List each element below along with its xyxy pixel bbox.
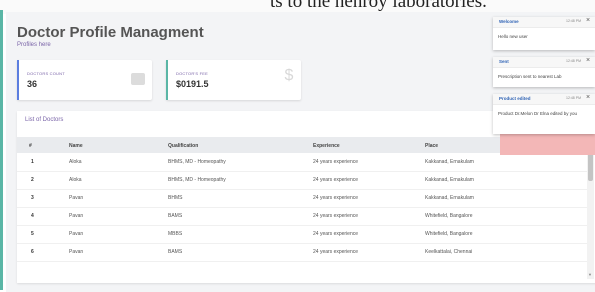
toast-message: Hello new user [498,34,528,39]
cell-experience: 24 years experience [313,249,359,255]
cell-qualification: BAMS [168,249,183,255]
table-row[interactable]: 3 Pavan BHMS 24 years experience Kakkana… [17,189,587,208]
col-header-name: Name [69,143,83,149]
toast-header: Welcome 12:48 PM × [493,17,595,28]
cell-index: 1 [31,159,34,165]
close-icon[interactable]: × [586,57,590,64]
toast-time: 12:48 PM [566,96,581,100]
table-row[interactable]: 6 Pavan BAMS 24 years experience Keelkat… [17,243,587,262]
doctors-count-value: 36 [27,79,38,89]
col-header-experience: Experience [313,143,340,149]
col-header-index: # [29,143,32,149]
toast-time: 12:48 PM [566,59,581,63]
card-accent-bar [166,60,168,100]
cell-qualification: BHMS [168,195,183,201]
page-subtitle: Profiles here [17,42,51,48]
toast-header: Sent 12:48 PM × [493,57,595,68]
card-accent-bar [17,60,19,100]
cell-experience: 24 years experience [313,231,359,237]
col-header-qualification: Qualification [168,143,199,149]
cell-place: Keelkattalai, Chennai [425,249,473,255]
cell-name: Aloka [69,177,82,183]
table-row[interactable]: 4 Pavan BAMS 24 years experience Whitefi… [17,207,587,226]
cell-qualification: BHMS, MD - Homeopathy [168,177,226,183]
doctors-fee-value: $0191.5 [176,79,209,89]
close-icon[interactable]: × [586,94,590,101]
sidebar-accent [0,10,3,290]
toast-sent: Sent 12:48 PM × Prescription sent to nea… [493,57,595,87]
cell-index: 5 [31,231,34,237]
cell-name: Pavan [69,249,84,255]
doctors-fee-label: DOCTOR'S FEE [176,71,208,76]
toast-title: Product edited [499,96,531,101]
cell-experience: 24 years experience [313,195,359,201]
toast-product-edited: Product edited 12:48 PM × Product Dr.Mel… [493,94,595,134]
cell-place: Kakkanad, Ernakulam [425,159,474,165]
cell-place: Whitefield, Bangalore [425,231,473,237]
cell-name: Pavan [69,195,84,201]
table-scrollbar[interactable]: ▲ ▼ [587,137,594,279]
doctors-fee-card: DOCTOR'S FEE $0191.5 $ [166,60,301,100]
dollar-icon: $ [284,67,294,84]
list-title: List of Doctors [25,117,64,123]
cell-place: Whitefield, Bangalore [425,213,473,219]
close-icon[interactable]: × [586,17,590,24]
table-row[interactable]: 2 Aloka BHMS, MD - Homeopathy 24 years e… [17,171,587,190]
page-title: Doctor Profile Managment [17,24,204,41]
toast-welcome: Welcome 12:48 PM × Hello new user [493,17,595,50]
doctors-count-label: DOCTORS COUNT [27,71,65,76]
cell-index: 6 [31,249,34,255]
cell-name: Pavan [69,213,84,219]
cell-name: Aloka [69,159,82,165]
cell-qualification: BHMS, MD - Homeopathy [168,159,226,165]
table-row[interactable]: 5 Pavan MBBS 24 years experience Whitefi… [17,225,587,244]
cell-place: Kakkanad, Ernakulam [425,195,474,201]
col-header-place: Place [425,143,439,149]
cell-index: 4 [31,213,34,219]
cell-place: Kakkanad, Ernakulam [425,177,474,183]
doctors-count-card: DOCTORS COUNT 36 [17,60,152,100]
cell-experience: 24 years experience [313,213,359,219]
toast-header: Product edited 12:48 PM × [493,94,595,105]
cell-experience: 24 years experience [313,177,359,183]
cell-index: 2 [31,177,34,183]
cell-qualification: MBBS [168,231,183,237]
toast-message: Product Dr.Melon Dr Elna edited by you [498,111,578,116]
cell-qualification: BAMS [168,213,183,219]
toast-message: Prescription sent to nearest Lab [498,74,562,79]
toast-title: Welcome [499,19,519,24]
table-row[interactable]: 1 Aloka BHMS, MD - Homeopathy 24 years e… [17,153,587,172]
id-card-icon [131,73,145,85]
scroll-down-icon[interactable]: ▼ [588,272,592,277]
toast-title: Sent [499,59,509,64]
cell-name: Pavan [69,231,84,237]
cell-experience: 24 years experience [313,159,359,165]
cell-index: 3 [31,195,34,201]
toast-time: 12:48 PM [566,19,581,23]
